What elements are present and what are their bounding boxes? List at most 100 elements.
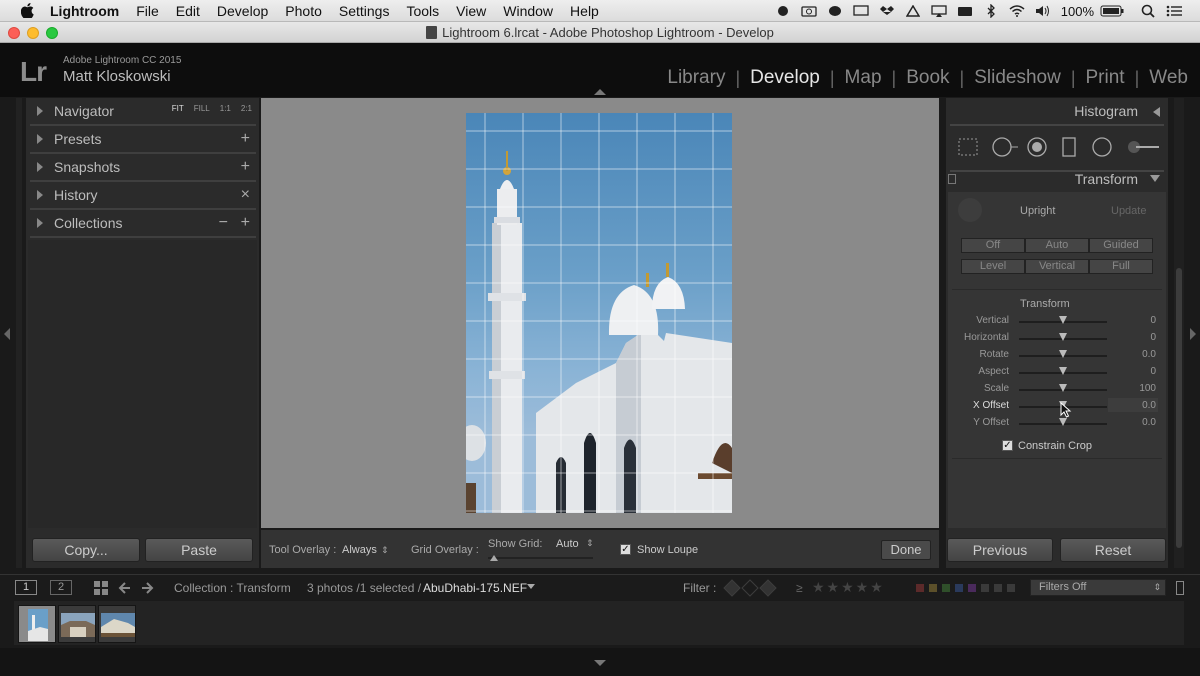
module-book[interactable]: Book (896, 67, 959, 89)
upright-level-button[interactable]: Level (961, 259, 1025, 274)
tool-overlay-stepper-icon[interactable]: ⇕ (381, 545, 389, 556)
notification-center-icon[interactable] (1166, 4, 1182, 18)
sync-icon[interactable] (827, 4, 843, 18)
filmstrip-thumbnail[interactable] (58, 605, 96, 643)
apple-menu-icon[interactable] (16, 0, 38, 22)
menu-view[interactable]: View (456, 3, 486, 19)
keyboard-icon[interactable] (957, 4, 973, 18)
minimize-window-button[interactable] (27, 27, 39, 39)
collapse-filmstrip-icon[interactable] (594, 660, 606, 666)
remove-collection-icon[interactable]: − (219, 214, 228, 232)
y-offset-slider-row[interactable]: Y Offset 0.0 (948, 415, 1166, 431)
color-label-filter-icons[interactable] (916, 583, 1016, 593)
zoom-fit[interactable]: FIT (172, 104, 184, 113)
menu-file[interactable]: File (136, 3, 159, 19)
left-panel-scrollbar[interactable] (16, 98, 22, 568)
previous-button[interactable]: Previous (947, 538, 1053, 562)
filmstrip-source[interactable]: Collection : Transform (174, 581, 291, 595)
panel-switch-icon[interactable] (948, 174, 956, 184)
vertical-slider-row[interactable]: Vertical 0 (948, 313, 1166, 329)
y-offset-value[interactable]: 0.0 (1142, 417, 1156, 428)
red-eye-correction-icon[interactable] (1026, 136, 1048, 158)
zoom-1-1[interactable]: 1:1 (220, 104, 231, 113)
wifi-icon[interactable] (1009, 4, 1025, 18)
add-snapshot-icon[interactable]: + (241, 158, 250, 176)
screen-icon[interactable] (853, 4, 869, 18)
graduated-filter-icon[interactable] (1062, 136, 1076, 158)
collapse-histogram-icon[interactable] (1153, 107, 1160, 117)
snapshots-panel-header[interactable]: Snapshots + (30, 154, 256, 182)
upright-vertical-button[interactable]: Vertical (1025, 259, 1089, 274)
menu-app-name[interactable]: Lightroom (50, 3, 119, 19)
reset-button[interactable]: Reset (1060, 538, 1166, 562)
done-button[interactable]: Done (881, 540, 931, 560)
forward-arrow-icon[interactable] (140, 581, 154, 595)
x-offset-value[interactable]: 0.0 (1142, 400, 1156, 411)
menu-window[interactable]: Window (503, 3, 553, 19)
rotate-value[interactable]: 0.0 (1142, 349, 1156, 360)
x-offset-slider-row[interactable]: X Offset 0.0 (948, 398, 1166, 418)
rotate-slider-row[interactable]: Rotate 0.0 (948, 347, 1166, 363)
grid-opacity-slider[interactable] (488, 557, 593, 559)
show-grid-stepper-icon[interactable]: ⇕ (586, 538, 594, 549)
module-map[interactable]: Map (835, 67, 892, 89)
upright-toggle[interactable] (958, 198, 982, 222)
zoom-window-button[interactable] (46, 27, 58, 39)
menu-develop[interactable]: Develop (217, 3, 268, 19)
second-window-button[interactable]: 2 (50, 580, 72, 595)
bluetooth-icon[interactable] (983, 4, 999, 18)
main-window-button[interactable]: 1 (15, 580, 37, 595)
right-panel-scrollbar[interactable] (1174, 98, 1184, 568)
show-grid-select[interactable]: Auto (556, 538, 579, 550)
battery-icon[interactable] (1100, 4, 1124, 18)
module-develop[interactable]: Develop (740, 67, 830, 89)
history-panel-header[interactable]: History × (30, 182, 256, 210)
module-web[interactable]: Web (1139, 67, 1188, 89)
star-rating-filter-icons[interactable]: ★★★★★ (812, 579, 885, 596)
rating-operator-icon[interactable]: ≥ (796, 581, 803, 595)
constrain-crop-checkbox[interactable]: ✓ (1002, 440, 1013, 451)
menu-tools[interactable]: Tools (406, 3, 439, 19)
scale-value[interactable]: 100 (1139, 383, 1156, 394)
close-window-button[interactable] (8, 27, 20, 39)
horizontal-slider-row[interactable]: Horizontal 0 (948, 330, 1166, 346)
slider-thumb[interactable] (1059, 350, 1067, 358)
filter-lock-icon[interactable] (1176, 581, 1184, 595)
module-library[interactable]: Library (657, 67, 735, 89)
collapse-top-panel-icon[interactable] (594, 89, 606, 95)
scale-slider-row[interactable]: Scale 100 (948, 381, 1166, 397)
zoom-2-1[interactable]: 2:1 (241, 104, 252, 113)
grid-view-icon[interactable] (94, 581, 108, 595)
slider-thumb[interactable] (1059, 367, 1067, 375)
collections-panel-header[interactable]: Collections − + (30, 210, 256, 238)
aspect-slider-row[interactable]: Aspect 0 (948, 364, 1166, 380)
horizontal-value[interactable]: 0 (1150, 332, 1156, 343)
slider-thumb[interactable] (1059, 384, 1067, 392)
creative-cloud-icon[interactable] (775, 4, 791, 18)
paste-settings-button[interactable]: Paste (145, 538, 253, 562)
camera-icon[interactable] (801, 4, 817, 18)
back-arrow-icon[interactable] (118, 581, 132, 595)
filters-dropdown[interactable]: Filters Off ⇕ (1030, 579, 1166, 596)
grid-opacity-thumb[interactable] (490, 555, 498, 561)
volume-icon[interactable] (1035, 4, 1051, 18)
adjustment-brush-icon[interactable] (1126, 138, 1160, 156)
photo-preview[interactable] (466, 113, 732, 513)
collapse-transform-icon[interactable] (1150, 175, 1160, 182)
menu-edit[interactable]: Edit (176, 3, 200, 19)
drive-icon[interactable] (905, 4, 921, 18)
histogram-panel-header[interactable]: Histogram (946, 98, 1168, 124)
slider-thumb[interactable] (1059, 333, 1067, 341)
airplay-icon[interactable] (931, 4, 947, 18)
tool-overlay-select[interactable]: Always (342, 544, 377, 556)
filename-dropdown-icon[interactable] (527, 584, 535, 589)
upright-auto-button[interactable]: Auto (1025, 238, 1089, 253)
slider-thumb[interactable] (1059, 418, 1067, 426)
spotlight-search-icon[interactable] (1140, 4, 1156, 18)
copy-settings-button[interactable]: Copy... (32, 538, 140, 562)
filmstrip-thumbnail[interactable] (98, 605, 136, 643)
filmstrip-thumbnail[interactable] (18, 605, 56, 643)
clear-history-icon[interactable]: × (241, 186, 250, 204)
scrollbar-thumb[interactable] (1176, 268, 1182, 548)
aspect-value[interactable]: 0 (1150, 366, 1156, 377)
